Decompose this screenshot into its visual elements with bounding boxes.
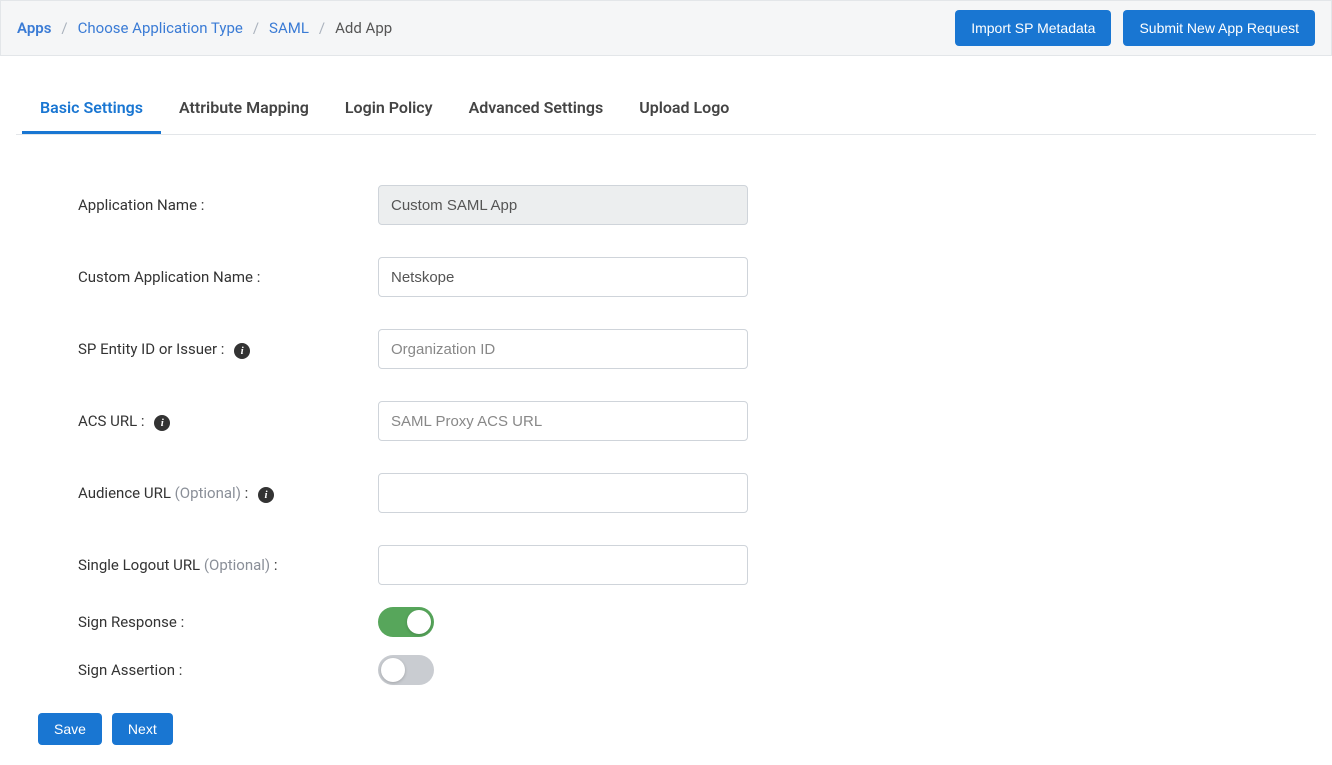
panel: Basic Settings Attribute Mapping Login P… <box>16 78 1316 745</box>
label-slo-main: Single Logout URL <box>78 556 204 574</box>
row-sp-entity-id: SP Entity ID or Issuer : i <box>78 329 1316 369</box>
row-application-name: Application Name : <box>78 185 1316 225</box>
breadcrumb-sep: / <box>253 19 259 37</box>
label-audience-url: Audience URL (Optional) : i <box>78 484 378 503</box>
tab-advanced-settings[interactable]: Advanced Settings <box>451 78 622 134</box>
tab-login-policy[interactable]: Login Policy <box>327 78 451 134</box>
application-name-input <box>378 185 748 225</box>
tabs: Basic Settings Attribute Mapping Login P… <box>16 78 1316 135</box>
topbar: Apps / Choose Application Type / SAML / … <box>0 0 1332 56</box>
label-application-name: Application Name : <box>78 196 378 214</box>
row-audience-url: Audience URL (Optional) : i <box>78 473 1316 513</box>
row-acs-url: ACS URL : i <box>78 401 1316 441</box>
info-icon[interactable]: i <box>234 343 250 359</box>
label-sp-entity-id: SP Entity ID or Issuer : i <box>78 340 378 359</box>
label-acs-url-text: ACS URL : <box>78 412 145 430</box>
submit-new-app-request-button[interactable]: Submit New App Request <box>1123 10 1315 46</box>
label-custom-application-name: Custom Application Name : <box>78 268 378 286</box>
form-actions: Save Next <box>38 713 1316 745</box>
header-buttons: Import SP Metadata Submit New App Reques… <box>955 10 1315 46</box>
label-sign-response: Sign Response : <box>78 613 378 631</box>
row-sign-response: Sign Response : <box>78 607 1316 637</box>
tab-basic-settings[interactable]: Basic Settings <box>22 78 161 134</box>
label-slo-optional: (Optional) <box>204 556 270 574</box>
label-audience-url-tail: : <box>241 484 248 502</box>
row-sign-assertion: Sign Assertion : <box>78 655 1316 685</box>
breadcrumb: Apps / Choose Application Type / SAML / … <box>17 19 392 37</box>
breadcrumb-current: Add App <box>335 19 392 37</box>
label-acs-url: ACS URL : i <box>78 412 378 431</box>
label-slo-tail: : <box>270 556 277 574</box>
acs-url-input[interactable] <box>378 401 748 441</box>
breadcrumb-saml[interactable]: SAML <box>269 19 309 37</box>
toggle-knob <box>407 610 431 634</box>
save-button[interactable]: Save <box>38 713 102 745</box>
label-audience-url-main: Audience URL <box>78 484 175 502</box>
label-single-logout-url: Single Logout URL (Optional) : <box>78 556 378 574</box>
tab-attribute-mapping[interactable]: Attribute Mapping <box>161 78 327 134</box>
breadcrumb-apps[interactable]: Apps <box>17 19 51 37</box>
row-single-logout-url: Single Logout URL (Optional) : <box>78 545 1316 585</box>
custom-application-name-input[interactable] <box>378 257 748 297</box>
info-icon[interactable]: i <box>154 415 170 431</box>
basic-settings-form: Application Name : Custom Application Na… <box>16 135 1316 685</box>
label-sign-assertion: Sign Assertion : <box>78 661 378 679</box>
import-sp-metadata-button[interactable]: Import SP Metadata <box>955 10 1111 46</box>
audience-url-input[interactable] <box>378 473 748 513</box>
tab-upload-logo[interactable]: Upload Logo <box>621 78 747 134</box>
breadcrumb-sep: / <box>61 19 67 37</box>
breadcrumb-sep: / <box>319 19 325 37</box>
row-custom-application-name: Custom Application Name : <box>78 257 1316 297</box>
sign-response-toggle[interactable] <box>378 607 434 637</box>
sp-entity-id-input[interactable] <box>378 329 748 369</box>
next-button[interactable]: Next <box>112 713 173 745</box>
label-audience-url-optional: (Optional) <box>175 484 241 502</box>
label-sp-entity-id-text: SP Entity ID or Issuer : <box>78 340 224 358</box>
single-logout-url-input[interactable] <box>378 545 748 585</box>
info-icon[interactable]: i <box>258 487 274 503</box>
breadcrumb-choose-type[interactable]: Choose Application Type <box>78 19 243 37</box>
sign-assertion-toggle[interactable] <box>378 655 434 685</box>
toggle-knob <box>381 658 405 682</box>
